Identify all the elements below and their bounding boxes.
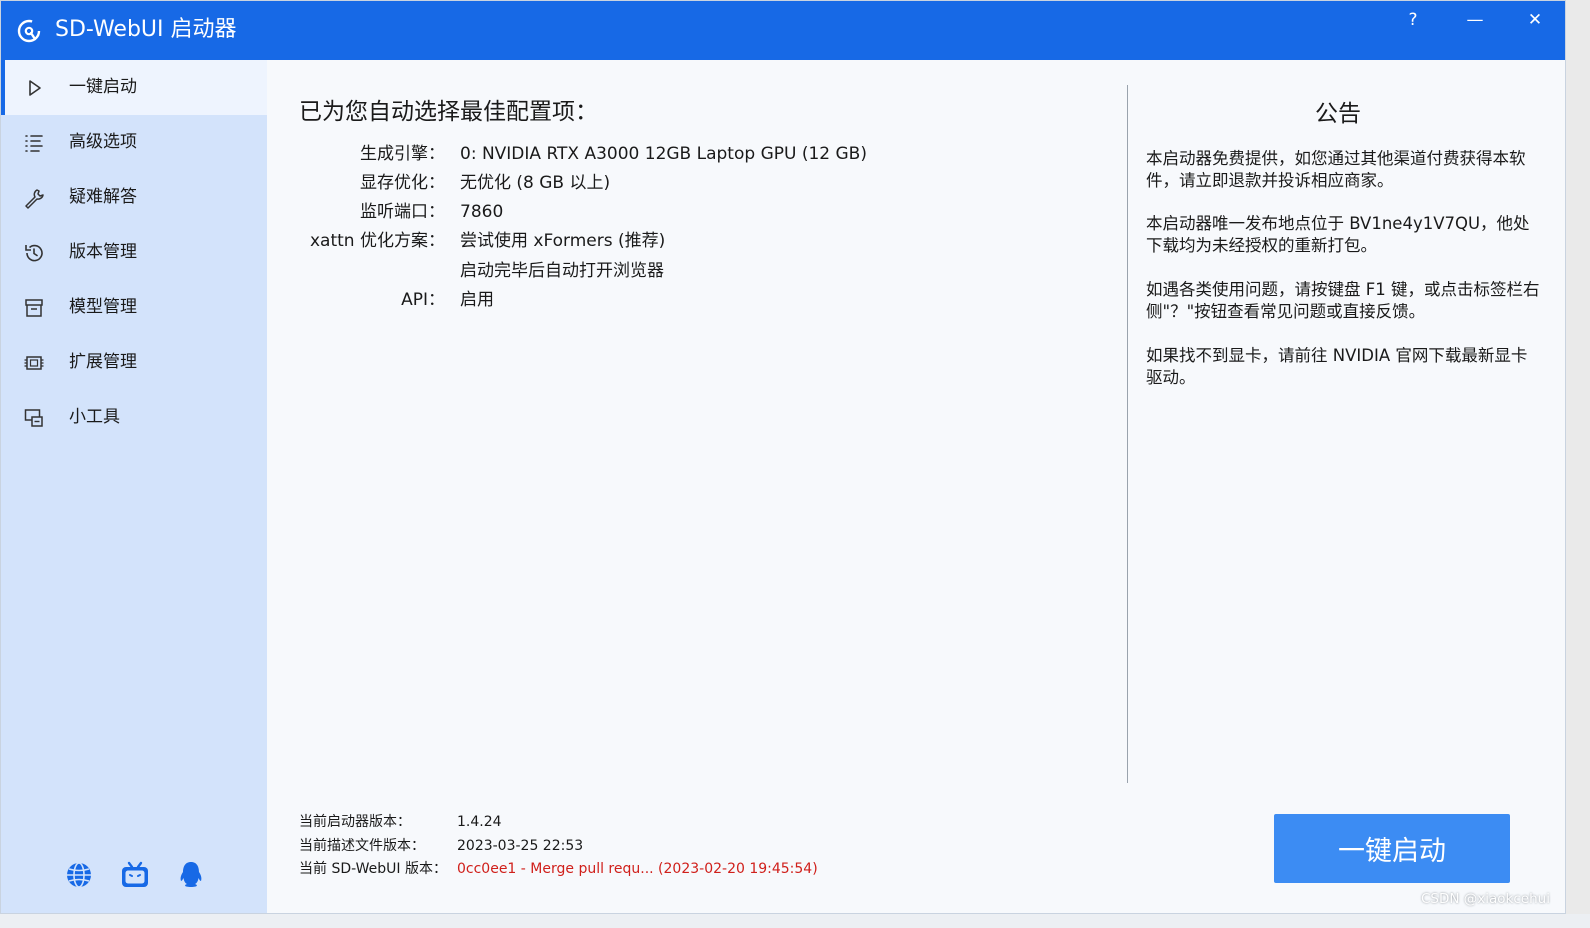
config-row-xattn: xattn 优化方案： 尝试使用 xFormers (推荐) (267, 227, 1127, 255)
wrench-icon (25, 189, 44, 209)
close-button[interactable]: ✕ (1513, 7, 1557, 33)
version-row-profile: 当前描述文件版本： 2023-03-25 22:53 (299, 835, 1119, 858)
sidebar-item-advanced[interactable]: 高级选项 (1, 115, 267, 170)
qq-penguin-icon[interactable] (175, 859, 207, 891)
config-row-vram: 显存优化： 无优化 (8 GB 以上) (267, 169, 1127, 197)
window-title: SD-WebUI 启动器 (55, 17, 237, 42)
list-icon (25, 135, 43, 152)
version-value: 0cc0ee1 - Merge pull requ... (2023-02-20… (457, 861, 818, 877)
sidebar-item-troubleshoot[interactable]: 疑难解答 (1, 170, 267, 225)
version-label: 当前启动器版本： (299, 814, 411, 830)
config-label: 显存优化： (360, 173, 445, 193)
config-value[interactable]: 启动完毕后自动打开浏览器 (460, 257, 664, 285)
sidebar: 一键启动 高级选项 疑难解答 版本管理 模型管理 扩展管理 小工具 (1, 60, 267, 913)
version-label: 当前描述文件版本： (299, 838, 425, 854)
tools-icon (24, 409, 43, 427)
sidebar-item-label: 高级选项 (69, 132, 137, 152)
sidebar-item-quick-launch[interactable]: 一键启动 (1, 60, 267, 115)
sidebar-item-label: 一键启动 (69, 77, 137, 97)
sidebar-item-label: 模型管理 (69, 297, 137, 317)
config-value[interactable]: 启用 (460, 286, 494, 314)
sidebar-item-label: 疑难解答 (69, 187, 137, 207)
sidebar-item-label: 版本管理 (69, 242, 137, 262)
launch-button[interactable]: 一键启动 (1274, 814, 1510, 883)
version-value: 1.4.24 (457, 814, 502, 830)
notice-paragraph: 本启动器唯一发布地点位于 BV1ne4y1V7QU，他处下载均为未经授权的重新打… (1146, 214, 1530, 255)
bilibili-tv-icon[interactable] (119, 859, 151, 891)
config-heading: 已为您自动选择最佳配置项： (299, 99, 598, 125)
version-row-launcher: 当前启动器版本： 1.4.24 (299, 811, 1119, 834)
main-panel: 已为您自动选择最佳配置项： 生成引擎： 0: NVIDIA RTX A3000 … (267, 60, 1127, 913)
config-label: 监听端口： (360, 202, 445, 222)
watermark: CSDN @xiaokcehui (1421, 891, 1550, 907)
archive-icon (25, 299, 43, 317)
history-icon (25, 244, 43, 262)
config-label: API： (401, 290, 445, 310)
config-label: xattn 优化方案： (310, 231, 445, 251)
config-value[interactable]: 无优化 (8 GB 以上) (460, 169, 610, 197)
version-label: 当前 SD-WebUI 版本： (299, 861, 447, 877)
notice-paragraph: 如果找不到显卡，请前往 NVIDIA 官网下载最新显卡驱动。 (1146, 346, 1528, 387)
sidebar-footer-icons (1, 859, 267, 893)
sidebar-item-label: 扩展管理 (69, 352, 137, 372)
config-value[interactable]: 7860 (460, 198, 503, 226)
version-row-webui: 当前 SD-WebUI 版本： 0cc0ee1 - Merge pull req… (299, 858, 1119, 881)
help-button[interactable]: ? (1391, 7, 1435, 33)
notice-paragraph: 如遇各类使用问题，请按键盘 F1 键，或点击标签栏右侧"？"按钮查看常见问题或直… (1146, 280, 1540, 321)
notice-paragraph: 本启动器免费提供，如您通过其他渠道付费获得本软件，请立即退款并投诉相应商家。 (1146, 149, 1526, 190)
minimize-button[interactable]: — (1453, 7, 1497, 33)
config-label: 生成引擎： (360, 144, 445, 164)
sidebar-item-extensions[interactable]: 扩展管理 (1, 335, 267, 390)
notice-title: 公告 (1315, 101, 1361, 127)
config-row-browser: 启动完毕后自动打开浏览器 (267, 257, 1127, 285)
sidebar-item-label: 小工具 (69, 407, 120, 427)
background-strip-right (1566, 0, 1590, 928)
title-bar: SD-WebUI 启动器 ? — ✕ (1, 1, 1565, 60)
config-row-engine: 生成引擎： 0: NVIDIA RTX A3000 12GB Laptop GP… (267, 140, 1127, 168)
config-row-port: 监听端口： 7860 (267, 198, 1127, 226)
app-logo-icon (17, 19, 41, 43)
sidebar-item-tools[interactable]: 小工具 (1, 390, 267, 445)
notice-panel: 公告 本启动器免费提供，如您通过其他渠道付费获得本软件，请立即退款并投诉相应商家… (1128, 60, 1565, 913)
config-value[interactable]: 尝试使用 xFormers (推荐) (460, 227, 665, 255)
launcher-window: SD-WebUI 启动器 ? — ✕ 一键启动 高级选项 疑难解答 版本管理 模… (0, 0, 1566, 914)
sidebar-item-versions[interactable]: 版本管理 (1, 225, 267, 280)
chip-icon (24, 356, 44, 370)
play-icon (29, 80, 41, 96)
config-value[interactable]: 0: NVIDIA RTX A3000 12GB Laptop GPU (12 … (460, 140, 867, 168)
sidebar-item-models[interactable]: 模型管理 (1, 280, 267, 335)
version-value: 2023-03-25 22:53 (457, 838, 584, 854)
config-row-api: API： 启用 (267, 286, 1127, 314)
globe-icon[interactable] (63, 859, 95, 891)
background-strip-bottom (0, 914, 1590, 928)
